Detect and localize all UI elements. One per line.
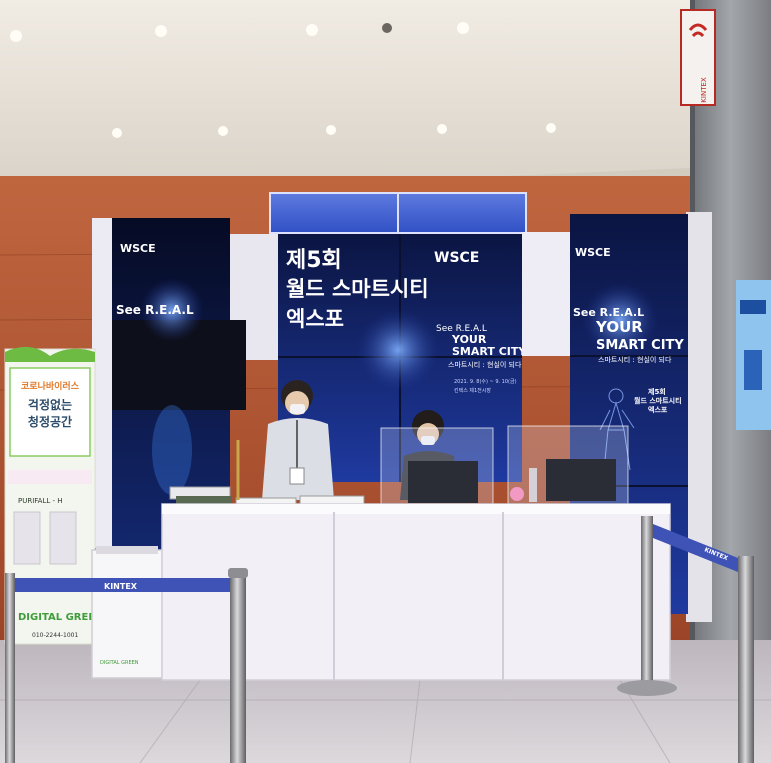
standee-phone: 010-2244-1001 (32, 632, 79, 639)
standee-brand: DIGITAL GREEN (18, 612, 104, 623)
standee-subtitle: 청정공간 (28, 414, 72, 429)
standee-heading: 코로나바이러스 (21, 380, 80, 392)
screen-right-ed2: 월드 스마트시티 (634, 396, 682, 405)
screen-right-your: YOUR (595, 318, 643, 336)
center-title-1: 제5회 (286, 248, 342, 273)
center-title-3: 엑스포 (286, 307, 344, 331)
center-smartcity: SMART CITY (452, 345, 527, 358)
standee-product: PURIFALL - H (18, 497, 63, 505)
screen-right-ed1: 제5회 (648, 387, 666, 396)
screen-right-korean-tag: 스마트시티 : 현실이 되다 (598, 355, 672, 364)
center-venue: 킨텍스 제1전시장 (454, 387, 491, 394)
rope-left-text: KINTEX (104, 582, 138, 591)
screen-right-smartcity: SMART CITY (596, 338, 684, 353)
laptop-2 (546, 459, 616, 501)
screen-left-logo: WSCE (120, 242, 156, 255)
center-logo: WSCE (434, 250, 479, 266)
screen-right-ed3: 엑스포 (648, 405, 668, 414)
center-date: 2021. 9. 8(수) ~ 9. 10(금) (454, 379, 517, 385)
screen-left-tag: See R.E.A.L (116, 303, 194, 317)
pillar-sign-text: KINTEX (700, 77, 708, 103)
air-purifier (91, 549, 163, 679)
center-korean-tag: 스마트시티 : 현실이 되다 (448, 360, 522, 369)
screen-right-logo: WSCE (575, 246, 611, 259)
purifier-brand: DIGITAL GREEN (100, 660, 139, 666)
booth-photo: KINTEX WSCE See R.E.A.L 제5회 월드 스마트시티 엑스포… (0, 0, 771, 763)
laptop-1 (408, 461, 478, 503)
center-title-2: 월드 스마트시티 (286, 277, 429, 301)
standee-title: 걱정없는 (28, 397, 72, 412)
